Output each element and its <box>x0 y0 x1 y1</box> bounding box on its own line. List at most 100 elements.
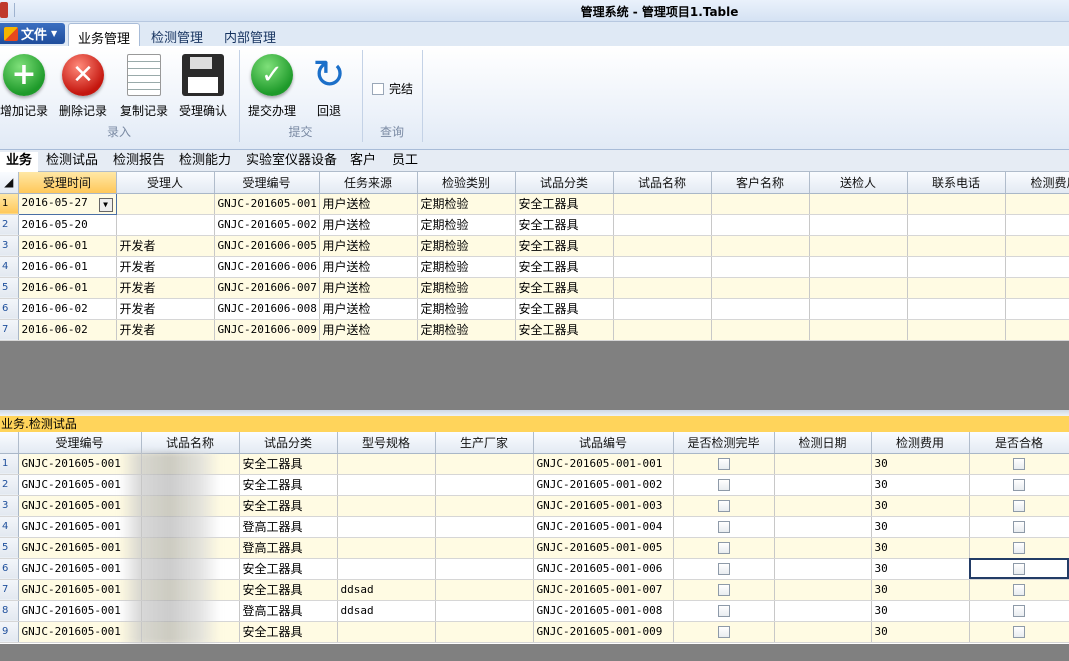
column-header[interactable]: 受理编号 <box>214 172 320 194</box>
table-cell[interactable] <box>711 235 810 257</box>
table-row[interactable]: 6 2016-06-02 开发者 GNJC-201606-008 用户送检 定期检验 安全工… <box>0 298 1069 320</box>
table-cell[interactable]: 用户送检 <box>319 256 418 278</box>
table-cell[interactable] <box>116 214 215 236</box>
table-row[interactable]: 3 2016-06-01 开发者 GNJC-201606-005 用户送检 定期检验 安全工… <box>0 235 1069 257</box>
table-cell[interactable] <box>711 193 810 215</box>
column-header[interactable]: 试品分类 <box>239 432 338 454</box>
table-cell[interactable] <box>435 495 534 517</box>
table-cell[interactable]: GNJC-201605-001-008 <box>533 600 674 622</box>
table-cell[interactable]: 定期检验 <box>417 235 516 257</box>
table-cell[interactable]: 用户送检 <box>319 277 418 299</box>
column-header[interactable]: 试品名称 <box>141 432 240 454</box>
table-cell[interactable]: 定期检验 <box>417 193 516 215</box>
table-cell[interactable] <box>809 256 908 278</box>
table-cell[interactable]: 2016-05-27 ▼ <box>17 192 117 215</box>
table-cell[interactable] <box>337 621 436 643</box>
tested-checkbox[interactable] <box>717 520 730 533</box>
table-cell[interactable]: 定期检验 <box>417 256 516 278</box>
row-number[interactable]: 2 <box>0 214 19 236</box>
table-cell[interactable]: GNJC-201606-008 <box>214 298 320 320</box>
table-cell[interactable] <box>613 235 712 257</box>
table-cell[interactable]: 30 <box>871 474 970 496</box>
table-cell[interactable] <box>711 319 810 341</box>
table-cell[interactable] <box>673 516 775 538</box>
tested-checkbox[interactable] <box>717 541 730 554</box>
table-cell[interactable] <box>673 621 775 643</box>
table-cell[interactable]: 安全工器具 <box>239 453 338 475</box>
table-cell[interactable]: 定期检验 <box>417 214 516 236</box>
table-cell[interactable] <box>673 579 775 601</box>
table-cell[interactable] <box>673 453 775 475</box>
column-header[interactable]: 试品名称 <box>613 172 712 194</box>
column-header[interactable]: 检验类别 <box>417 172 516 194</box>
table-cell[interactable] <box>673 474 775 496</box>
table-cell[interactable]: GNJC-201605-001-004 <box>533 516 674 538</box>
table-cell[interactable] <box>435 600 534 622</box>
tested-checkbox[interactable] <box>717 604 730 617</box>
table-cell[interactable] <box>337 516 436 538</box>
table-cell[interactable] <box>969 621 1069 643</box>
table-cell[interactable] <box>116 193 215 215</box>
table-cell[interactable] <box>673 600 775 622</box>
table-cell[interactable] <box>969 558 1069 580</box>
table-cell[interactable]: 开发者 <box>116 277 215 299</box>
table-cell[interactable]: ddsad <box>337 600 436 622</box>
table-cell[interactable] <box>673 495 775 517</box>
table-cell[interactable] <box>907 298 1006 320</box>
checkbox-box[interactable] <box>372 82 384 95</box>
table-cell[interactable]: ddsad <box>337 579 436 601</box>
column-header[interactable]: 检测日期 <box>774 432 872 454</box>
column-header[interactable]: 型号规格 <box>337 432 436 454</box>
table-cell[interactable]: 2016-06-02 <box>18 298 117 320</box>
column-header[interactable]: 联系电话 <box>907 172 1006 194</box>
table-cell[interactable] <box>1005 277 1069 299</box>
table-cell[interactable] <box>809 235 908 257</box>
table-cell[interactable] <box>435 579 534 601</box>
table-cell[interactable] <box>1005 214 1069 236</box>
table-cell[interactable] <box>435 453 534 475</box>
table-cell[interactable]: GNJC-201605-001-009 <box>533 621 674 643</box>
table-cell[interactable]: GNJC-201605-001 <box>214 193 320 215</box>
table-cell[interactable] <box>613 298 712 320</box>
table-cell[interactable] <box>969 516 1069 538</box>
row-number[interactable]: 7 <box>0 579 19 601</box>
column-header[interactable]: 检测费用 <box>1005 172 1069 194</box>
subtab-test-capability[interactable]: 检测能力 <box>173 152 237 172</box>
table-cell[interactable]: 定期检验 <box>417 298 516 320</box>
qualified-checkbox[interactable] <box>1013 541 1025 554</box>
table-cell[interactable] <box>613 193 712 215</box>
table-cell[interactable]: 安全工器具 <box>239 495 338 517</box>
delete-record-button[interactable]: ✕ 删除记录 <box>57 54 109 119</box>
tested-checkbox[interactable] <box>717 499 730 512</box>
table-cell[interactable] <box>774 495 872 517</box>
tested-checkbox[interactable] <box>717 625 730 638</box>
row-number[interactable]: 1 <box>0 453 19 475</box>
row-number[interactable]: 7 <box>0 319 19 341</box>
table-cell[interactable]: 2016-06-02 <box>18 319 117 341</box>
column-header[interactable]: 试品分类 <box>515 172 614 194</box>
table-cell[interactable] <box>774 453 872 475</box>
column-header[interactable]: 试品编号 <box>533 432 674 454</box>
table-cell[interactable]: 安全工器具 <box>239 579 338 601</box>
table-cell[interactable] <box>774 516 872 538</box>
row-number[interactable]: 4 <box>0 256 19 278</box>
tab-inspection-management[interactable]: 检测管理 <box>142 23 212 46</box>
tested-checkbox[interactable] <box>717 562 730 575</box>
table-cell[interactable] <box>809 193 908 215</box>
table-cell[interactable]: GNJC-201605-001-003 <box>533 495 674 517</box>
table-cell[interactable] <box>969 600 1069 622</box>
subtab-business[interactable]: 业务 <box>0 152 39 172</box>
table-cell[interactable]: 30 <box>871 495 970 517</box>
table-cell[interactable]: 30 <box>871 537 970 559</box>
table-cell[interactable] <box>907 319 1006 341</box>
column-header[interactable]: 受理编号 <box>18 432 142 454</box>
table-row[interactable]: 1 2016-05-27 ▼ GNJC-201605-001 用户送检 定期检验 安全工器具 <box>0 192 1069 215</box>
row-number[interactable]: 8 <box>0 600 19 622</box>
table-cell[interactable] <box>774 600 872 622</box>
table-cell[interactable] <box>969 453 1069 475</box>
subtab-test-reports[interactable]: 检测报告 <box>107 152 171 172</box>
qualified-checkbox[interactable] <box>1013 499 1025 512</box>
table-cell[interactable] <box>1005 298 1069 320</box>
table-cell[interactable] <box>907 256 1006 278</box>
table-cell[interactable] <box>613 319 712 341</box>
